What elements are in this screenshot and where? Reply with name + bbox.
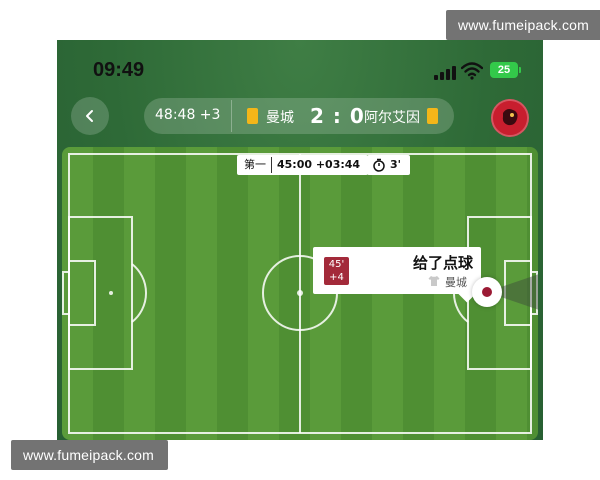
- home-team-name: 曼城: [266, 110, 294, 126]
- wifi-icon: [461, 62, 483, 80]
- chevron-left-icon: [86, 110, 93, 122]
- event-minute-extra: +4: [329, 272, 344, 283]
- watermark-bottom: www.fumeipack.com: [11, 440, 168, 470]
- event-timer: 3': [367, 155, 410, 175]
- battery-icon: 25: [490, 62, 521, 78]
- period-time: 45:00 +03:44: [277, 158, 361, 171]
- event-team: 曼城: [445, 276, 467, 289]
- timer-value: 3': [390, 158, 402, 171]
- team-logo-icon[interactable]: [491, 99, 529, 137]
- team-logo-graphic: [493, 101, 527, 135]
- back-button[interactable]: [71, 97, 109, 135]
- period-indicator: 第一 45:00 +03:44: [237, 155, 368, 175]
- event-location-marker[interactable]: [472, 277, 502, 307]
- event-title: 给了点球: [413, 254, 474, 272]
- match-screen: 09:49 25 48:48 +3 曼城 2 : 0 阿尔艾因 第一 45:00…: [57, 40, 543, 440]
- stopwatch-icon: [373, 158, 385, 172]
- period-label: 第一: [244, 158, 266, 171]
- score-divider: [231, 100, 232, 132]
- match-clock: 48:48 +3: [155, 107, 221, 123]
- shirt-icon: [428, 276, 440, 286]
- cellular-signal-icon: [434, 66, 456, 80]
- away-team-name: 阿尔艾因: [364, 110, 420, 126]
- period-separator: [271, 157, 272, 173]
- status-time: 09:49: [93, 59, 145, 81]
- event-minute-badge: 45' +4: [324, 257, 349, 285]
- watermark-top: www.fumeipack.com: [446, 10, 600, 40]
- event-direction-beam: [501, 274, 538, 310]
- yellow-card-icon: [427, 108, 438, 124]
- match-score: 2 : 0: [310, 104, 365, 128]
- event-card[interactable]: 45' +4 给了点球 曼城: [313, 247, 481, 294]
- yellow-card-icon: [247, 108, 258, 124]
- score-bar[interactable]: 48:48 +3 曼城 2 : 0 阿尔艾因: [144, 98, 454, 134]
- pitch: 第一 45:00 +03:44 3' 45' +4 给了点球 曼城: [62, 147, 538, 440]
- event-minute: 45': [328, 259, 345, 270]
